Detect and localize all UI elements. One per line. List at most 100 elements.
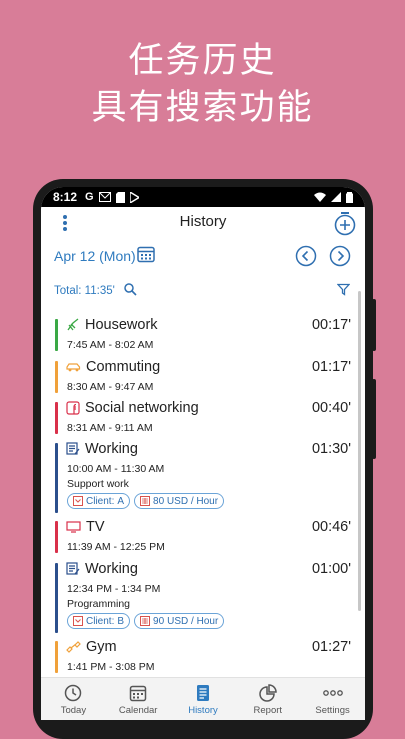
add-timer-button[interactable] (333, 211, 357, 237)
category-color-bar (55, 319, 58, 351)
total-duration: Total: 11:35' (54, 285, 115, 297)
category-color-bar (55, 521, 58, 553)
tab-history[interactable]: History (171, 678, 236, 720)
tag-value: B (117, 615, 125, 627)
tab-calendar[interactable]: Calendar (106, 678, 171, 720)
status-bar: 8:12 G (41, 187, 365, 207)
activity-duration: 01:17' (311, 359, 351, 375)
tab-label: History (188, 705, 218, 716)
activity-duration: 01:30' (311, 441, 351, 457)
tag-list: Client: A 80 USD / Hour (67, 493, 225, 509)
car-icon (66, 363, 81, 372)
tab-report[interactable]: Report (235, 678, 300, 720)
power-button (372, 299, 376, 351)
activity-duration: 00:40' (311, 400, 351, 416)
activity-time-range: 8:31 AM - 9:11 AM (67, 422, 153, 434)
activity-duration: 00:46' (311, 519, 351, 535)
tag-value: 80 USD / Hour (153, 495, 219, 507)
tv-icon (66, 521, 81, 533)
activity-name: Gym (86, 639, 117, 655)
activity-time-range: 7:45 AM - 8:02 AM (67, 339, 154, 351)
play-store-icon (129, 191, 139, 203)
date-bar: Apr 12 (Mon) (41, 242, 365, 270)
category-color-bar (55, 563, 58, 633)
tag-label: Client: (86, 495, 115, 507)
promo-line-2: 具有搜索功能 (91, 88, 314, 128)
signal-icon (331, 192, 341, 202)
tab-today[interactable]: Today (41, 678, 106, 720)
activity-time-range: 8:30 AM - 9:47 AM (67, 381, 154, 393)
activity-name: Housework (85, 317, 158, 333)
activity-duration: 01:00' (311, 561, 351, 577)
more-icon (322, 690, 343, 696)
list-item[interactable]: Working 01:30' 10:00 AM - 11:30 AM Suppo… (55, 441, 351, 515)
activity-name: Working (85, 441, 138, 457)
work-icon (66, 562, 80, 575)
category-color-bar (55, 443, 58, 513)
category-color-bar (55, 641, 58, 673)
activity-time-range: 11:39 AM - 12:25 PM (67, 541, 165, 553)
list-item[interactable]: Social networking 00:40' 8:31 AM - 9:11 … (55, 400, 351, 436)
next-day-button[interactable] (329, 245, 351, 267)
tab-label: Settings (315, 705, 350, 716)
client-tag[interactable]: Client: A (67, 493, 131, 509)
history-icon (196, 685, 209, 701)
rate-tag[interactable]: 90 USD / Hour (134, 613, 225, 629)
wifi-icon (314, 192, 326, 202)
google-icon: G (85, 191, 94, 203)
category-color-bar (55, 402, 58, 434)
app-screen: 8:12 G History Apr 12 (Mon) Total: 11:35… (41, 187, 365, 720)
dumbbell-icon (66, 641, 81, 653)
activity-name: Social networking (85, 400, 199, 416)
tag-list: Client: B 90 USD / Hour (67, 613, 225, 629)
calendar-picker-icon[interactable] (137, 245, 155, 263)
volume-button (372, 379, 376, 459)
activity-note: Programming (67, 598, 131, 610)
sd-card-icon (115, 191, 125, 203)
facebook-icon (66, 401, 80, 415)
rate-icon (140, 616, 151, 626)
work-icon (66, 442, 80, 455)
activity-name: Working (85, 561, 138, 577)
activity-name: Commuting (86, 359, 161, 375)
battery-icon (346, 191, 353, 203)
total-bar: Total: 11:35' (41, 282, 365, 302)
broom-icon (67, 318, 79, 331)
clock-icon (65, 684, 82, 702)
client-icon (73, 496, 83, 506)
activity-time-range: 1:41 PM - 3:08 PM (67, 661, 155, 673)
pie-chart-icon (259, 684, 277, 702)
page-title: History (179, 213, 227, 230)
app-bar: History (41, 207, 365, 237)
client-tag[interactable]: Client: B (67, 613, 131, 629)
promo-line-1: 任务历史 (128, 41, 277, 81)
list-item[interactable]: Working 01:00' 12:34 PM - 1:34 PM Progra… (55, 561, 351, 635)
rate-icon (140, 496, 151, 506)
tab-label: Report (253, 705, 283, 716)
activity-note: Support work (67, 478, 129, 490)
tag-label: Client: (86, 615, 115, 627)
activity-time-range: 10:00 AM - 11:30 AM (67, 463, 165, 475)
gmail-icon (98, 192, 111, 202)
bottom-navigation: Today Calendar History Report Settings (41, 677, 365, 720)
tab-label: Today (60, 705, 87, 716)
client-icon (73, 616, 83, 626)
rate-tag[interactable]: 80 USD / Hour (134, 493, 225, 509)
tab-settings[interactable]: Settings (300, 678, 365, 720)
list-item[interactable]: TV 00:46' 11:39 AM - 12:25 PM (55, 519, 351, 555)
category-color-bar (55, 361, 58, 393)
promo-headline: 任务历史 具有搜索功能 (0, 38, 405, 132)
previous-day-button[interactable] (295, 245, 317, 267)
calendar-icon (129, 685, 147, 702)
tag-value: 90 (153, 615, 165, 627)
tab-label: Calendar (118, 705, 158, 716)
selected-date[interactable]: Apr 12 (Mon) (54, 248, 136, 264)
list-item[interactable]: Housework 00:17' 7:45 AM - 8:02 AM (55, 317, 351, 353)
tag-value: A (117, 495, 125, 507)
activity-duration: 01:27' (311, 639, 351, 655)
list-item[interactable]: Commuting 01:17' 8:30 AM - 9:47 AM (55, 359, 351, 395)
filter-icon[interactable] (337, 283, 350, 296)
activity-name: TV (86, 519, 105, 535)
list-item[interactable]: Gym 01:27' 1:41 PM - 3:08 PM (55, 639, 351, 675)
search-icon[interactable] (124, 283, 137, 296)
